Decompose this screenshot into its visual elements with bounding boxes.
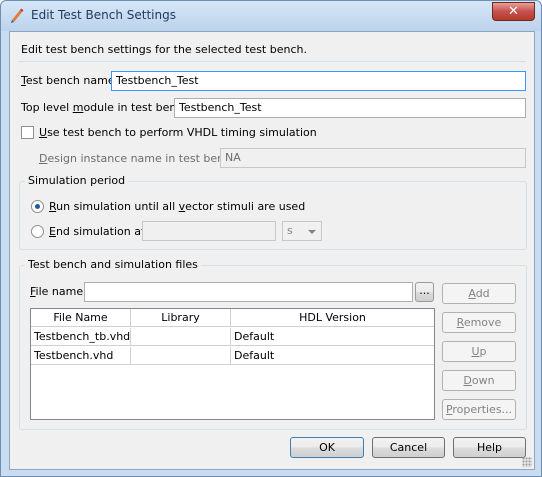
- table-cell-hdl[interactable]: Default: [231, 328, 434, 346]
- top-level-module-label: Top level module in test bench:: [21, 101, 194, 114]
- properties-button[interactable]: Properties...: [442, 399, 516, 420]
- browse-button[interactable]: ...: [415, 282, 434, 302]
- separator: [18, 61, 526, 62]
- file-name-label: File name:: [30, 285, 87, 298]
- end-simulation-at-radio[interactable]: [31, 225, 44, 238]
- timing-simulation-checkbox[interactable]: [21, 126, 34, 139]
- files-table: File Name Library HDL Version Testbench_…: [30, 308, 435, 420]
- help-button[interactable]: Help: [453, 437, 526, 458]
- column-header-hdl-version[interactable]: HDL Version: [231, 309, 434, 327]
- end-simulation-at-label[interactable]: End simulation at:: [49, 225, 149, 238]
- end-time-input[interactable]: [142, 221, 276, 241]
- chevron-down-icon: [308, 230, 316, 234]
- add-button[interactable]: Add: [442, 283, 516, 304]
- table-cell-hdl[interactable]: Default: [231, 347, 434, 365]
- test-bench-name-label: Test bench name:: [21, 74, 119, 87]
- window-title: Edit Test Bench Settings: [31, 8, 176, 22]
- pencil-icon: [11, 8, 24, 23]
- timing-simulation-label[interactable]: Use test bench to perform VHDL timing si…: [39, 126, 317, 139]
- title-bar[interactable]: Edit Test Bench Settings ✕: [1, 1, 541, 31]
- file-name-input[interactable]: [84, 282, 413, 302]
- remove-button[interactable]: Remove: [442, 312, 516, 333]
- run-all-vectors-radio[interactable]: [31, 200, 44, 213]
- test-bench-name-input[interactable]: Testbench_Test: [111, 71, 526, 91]
- time-unit-select[interactable]: s: [282, 221, 322, 241]
- table-cell-library[interactable]: [131, 328, 231, 346]
- dialog-body: Edit test bench settings for the selecte…: [9, 31, 535, 470]
- time-unit-value: s: [287, 224, 293, 237]
- close-button[interactable]: ✕: [492, 2, 535, 21]
- dialog-window: Edit Test Bench Settings ✕ Edit test ben…: [0, 0, 542, 477]
- test-bench-files-title: Test bench and simulation files: [25, 258, 201, 271]
- simulation-period-title: Simulation period: [25, 174, 129, 187]
- table-cell-file[interactable]: Testbench_tb.vhd: [31, 328, 131, 346]
- table-cell-file[interactable]: Testbench.vhd: [31, 347, 131, 365]
- column-header-library[interactable]: Library: [131, 309, 231, 327]
- cancel-button[interactable]: Cancel: [372, 437, 445, 458]
- dialog-description: Edit test bench settings for the selecte…: [21, 43, 307, 56]
- table-cell-library[interactable]: [131, 347, 231, 365]
- design-instance-label: Design instance name in test bench:: [39, 152, 241, 165]
- run-all-vectors-label[interactable]: Run simulation until all vector stimuli …: [49, 200, 305, 213]
- top-level-module-input[interactable]: Testbench_Test: [174, 98, 526, 118]
- down-button[interactable]: Down: [442, 370, 516, 391]
- up-button[interactable]: Up: [442, 341, 516, 362]
- resize-grip-icon[interactable]: [522, 457, 532, 467]
- ok-button[interactable]: OK: [290, 437, 364, 458]
- column-header-file-name[interactable]: File Name: [31, 309, 131, 327]
- close-icon: ✕: [508, 4, 519, 19]
- design-instance-input[interactable]: NA: [220, 148, 526, 168]
